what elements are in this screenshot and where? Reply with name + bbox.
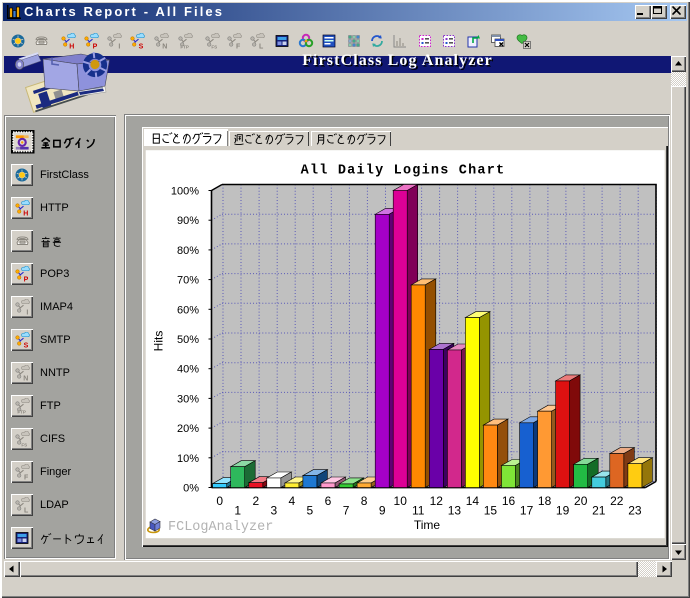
svg-text:FS: FS (211, 45, 217, 50)
svg-text:Hits: Hits (152, 331, 166, 352)
svg-text:FS: FS (21, 442, 27, 447)
svg-text:S: S (24, 342, 29, 348)
svg-text:All Daily Logins Chart: All Daily Logins Chart (301, 164, 506, 179)
svg-text:0%: 0% (183, 483, 199, 495)
svg-text:Time: Time (414, 518, 441, 532)
svg-text:1: 1 (234, 504, 241, 518)
svg-text:2: 2 (252, 494, 259, 508)
svg-text:17: 17 (520, 504, 534, 518)
svg-text:50%: 50% (177, 334, 199, 346)
svg-text:21: 21 (592, 504, 606, 518)
svg-text:6: 6 (325, 494, 332, 508)
svg-text:P: P (93, 44, 98, 50)
svg-text:20: 20 (574, 494, 588, 508)
svg-text:4: 4 (289, 494, 296, 508)
svg-text:FTP: FTP (17, 409, 26, 414)
svg-text:15: 15 (484, 504, 498, 518)
svg-text:L: L (24, 507, 29, 513)
svg-text:L: L (259, 44, 264, 50)
svg-text:60%: 60% (177, 304, 199, 316)
svg-text:3: 3 (270, 504, 277, 518)
svg-text:10%: 10% (177, 453, 199, 465)
svg-text:S: S (139, 44, 144, 50)
svg-text:70%: 70% (177, 275, 199, 287)
svg-text:N: N (23, 375, 28, 381)
svg-text:80%: 80% (177, 245, 199, 257)
svg-text:5: 5 (307, 504, 314, 518)
svg-text:90%: 90% (177, 215, 199, 227)
svg-text:P: P (24, 276, 29, 282)
svg-text:13: 13 (448, 504, 462, 518)
svg-text:I: I (26, 309, 28, 315)
svg-text:20%: 20% (177, 423, 199, 435)
svg-text:18: 18 (538, 494, 552, 508)
svg-text:16: 16 (502, 494, 516, 508)
svg-text:F: F (236, 44, 241, 50)
svg-text:F: F (24, 474, 29, 480)
svg-text:19: 19 (556, 504, 570, 518)
svg-text:H: H (69, 44, 74, 50)
svg-text:10: 10 (394, 494, 408, 508)
svg-text:H: H (23, 210, 28, 216)
svg-text:N: N (162, 44, 167, 50)
svg-text:I: I (118, 44, 120, 50)
svg-text:14: 14 (466, 494, 480, 508)
svg-text:FTP: FTP (180, 45, 189, 50)
svg-text:22: 22 (610, 494, 624, 508)
svg-text:12: 12 (430, 494, 444, 508)
svg-text:30%: 30% (177, 393, 199, 405)
svg-text:40%: 40% (177, 364, 199, 376)
svg-text:7: 7 (343, 504, 350, 518)
svg-text:8: 8 (361, 494, 368, 508)
svg-text:9: 9 (379, 504, 386, 518)
svg-text:100%: 100% (171, 186, 199, 198)
svg-text:0: 0 (216, 494, 223, 508)
svg-text:11: 11 (412, 504, 425, 518)
svg-text:23: 23 (628, 504, 642, 518)
svg-text:FCLogAnalyzer: FCLogAnalyzer (168, 520, 273, 535)
